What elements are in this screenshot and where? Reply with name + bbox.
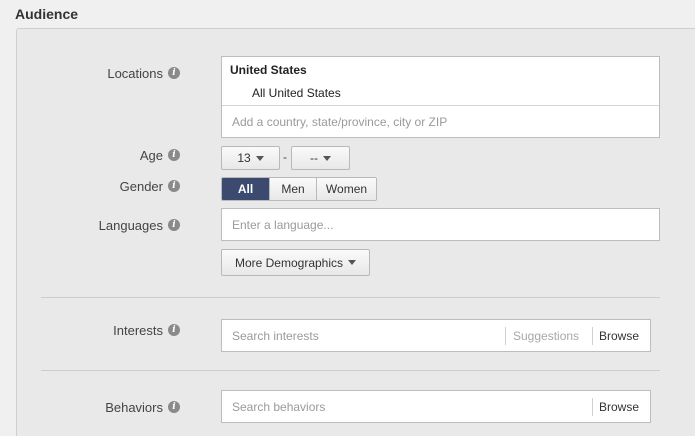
age-separator: - [283,150,287,164]
location-search-input[interactable]: Add a country, state/province, city or Z… [232,115,447,129]
locations-divider [222,105,659,106]
age-min-value: 13 [237,151,251,165]
caret-down-icon [255,155,264,161]
languages-placeholder: Enter a language... [232,218,334,232]
more-demographics-button[interactable]: More Demographics [221,249,370,276]
interests-browse-button[interactable]: Browse [599,329,639,343]
info-icon[interactable]: i [168,219,180,231]
suggestions-button[interactable]: Suggestions [513,329,579,343]
info-icon[interactable]: i [168,401,180,413]
behaviors-separator [592,398,593,416]
behaviors-label-row: Behaviors i [0,399,180,415]
languages-label: Languages [98,217,163,233]
location-scope[interactable]: All United States [252,86,341,100]
section-title: Audience [15,6,79,22]
languages-input[interactable]: Enter a language... [221,208,660,241]
caret-down-icon [348,260,357,265]
info-icon[interactable]: i [168,180,180,192]
gender-label-row: Gender i [0,178,180,194]
caret-down-icon [323,155,331,161]
more-demographics-label: More Demographics [234,255,344,270]
interests-label: Interests [113,322,163,338]
gender-men-button[interactable]: Men [269,178,316,200]
interests-label-row: Interests i [0,322,180,338]
interests-separator [505,327,506,345]
behaviors-browse-button[interactable]: Browse [599,400,639,414]
info-icon[interactable]: i [168,67,180,79]
interests-separator [592,327,593,345]
behaviors-box: Search behaviors Browse [221,390,651,423]
locations-box: United States All United States Add a co… [221,56,660,138]
location-country: United States [230,63,307,77]
languages-label-row: Languages i [0,217,180,233]
age-label-row: Age i [0,147,180,163]
info-icon[interactable]: i [168,149,180,161]
locations-label: Locations [107,65,163,81]
locations-label-row: Locations i [0,65,180,81]
gender-all-button[interactable]: All [222,178,269,200]
age-max-dropdown[interactable]: -- [291,146,350,170]
gender-segmented-control: All Men Women [221,177,377,201]
divider [41,297,660,298]
behaviors-label: Behaviors [105,399,163,415]
interests-box: Search interests Suggestions Browse [221,319,651,352]
age-min-dropdown[interactable]: 13 [221,146,280,170]
divider [41,370,660,371]
age-label: Age [139,147,163,163]
interests-search-input[interactable]: Search interests [232,329,319,343]
gender-women-button[interactable]: Women [316,178,376,200]
age-max-value: -- [310,151,318,165]
behaviors-search-input[interactable]: Search behaviors [232,400,325,414]
info-icon[interactable]: i [168,324,180,336]
gender-label: Gender [119,178,163,194]
